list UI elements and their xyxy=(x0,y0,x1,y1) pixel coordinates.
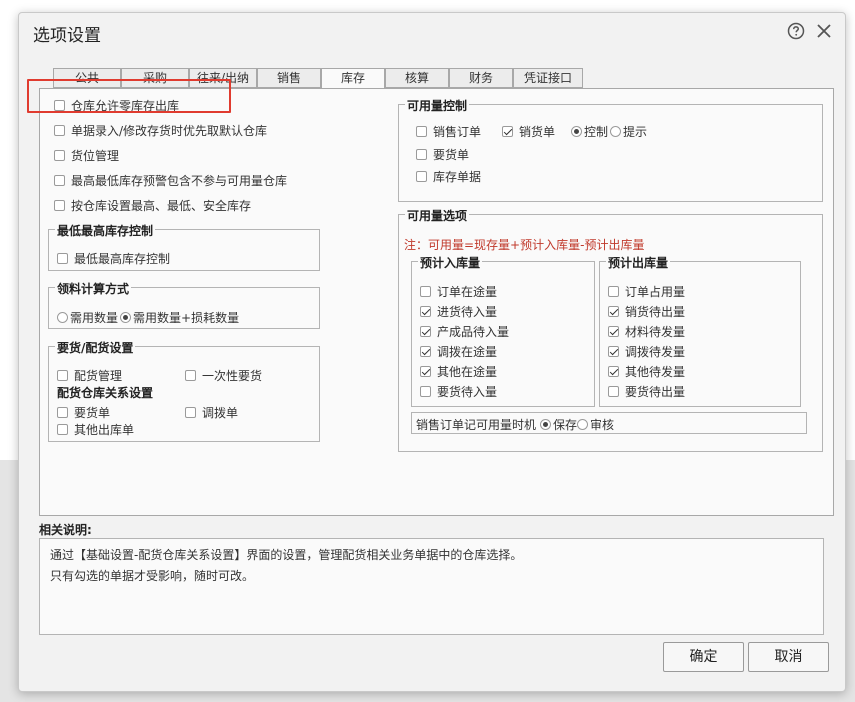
checkbox[interactable] xyxy=(57,424,68,435)
checkbox[interactable] xyxy=(608,366,619,377)
option-material-pending[interactable]: 材料待发量 xyxy=(608,323,685,340)
distribution-group: 要货/配货设置 配货管理 一次性要货 配货仓库关系设置 要货单 调拨单 其他出库… xyxy=(48,339,320,442)
checkbox[interactable] xyxy=(416,126,427,137)
option-allow-zero-stock[interactable]: 仓库允许零库存出库 xyxy=(54,97,179,114)
checkbox[interactable] xyxy=(57,407,68,418)
checkbox[interactable] xyxy=(185,407,196,418)
checkbox[interactable] xyxy=(416,171,427,182)
group-title: 可用量选项 xyxy=(405,207,470,224)
ok-button[interactable]: 确定 xyxy=(663,642,744,672)
material-calc-radios: 需用数量 需用数量+损耗数量 xyxy=(57,309,239,326)
checkbox[interactable] xyxy=(185,370,196,381)
option-other-pending[interactable]: 其他待发量 xyxy=(608,363,685,380)
description-title: 相关说明: xyxy=(39,523,92,537)
option-request-order-control[interactable]: 要货单 xyxy=(416,146,469,163)
outgoing-group: 预计出库量 订单占用量 销货待出量 材料待发量 调拨待发量 其他待发量 要货待出… xyxy=(599,254,801,407)
checkbox[interactable] xyxy=(420,286,431,297)
option-purchase-pending[interactable]: 进货待入量 xyxy=(420,303,497,320)
checkbox[interactable] xyxy=(54,125,65,136)
checkbox[interactable] xyxy=(608,386,619,397)
cancel-button[interactable]: 取消 xyxy=(748,642,829,672)
group-title: 可用量控制 xyxy=(405,97,470,114)
checkbox[interactable] xyxy=(54,100,65,111)
checkbox[interactable] xyxy=(502,126,513,137)
option-delivery-note[interactable]: 销货单 xyxy=(502,123,555,140)
timing-box: 销售订单记可用量时机 保存 审核 xyxy=(411,412,807,434)
distribution-subtitle: 配货仓库关系设置 xyxy=(57,386,154,400)
option-transfer-order[interactable]: 调拨单 xyxy=(185,404,238,421)
checkbox[interactable] xyxy=(608,286,619,297)
radio-save[interactable] xyxy=(540,419,552,430)
checkbox[interactable] xyxy=(57,370,68,381)
group-title: 最低最高库存控制 xyxy=(55,222,156,239)
checkbox[interactable] xyxy=(54,175,65,186)
stock-limit-group: 最低最高库存控制 最低最高库存控制 xyxy=(48,222,320,271)
option-stock-doc[interactable]: 库存单据 xyxy=(416,168,481,185)
inventory-panel: 仓库允许零库存出库 单据录入/修改存货时优先取默认仓库 货位管理 最高最低库存预… xyxy=(39,88,834,516)
tab-inventory[interactable]: 库存 xyxy=(321,68,385,89)
group-title: 领料计算方式 xyxy=(55,280,132,297)
radio-approve[interactable] xyxy=(577,419,589,430)
option-request-order[interactable]: 要货单 xyxy=(57,404,110,421)
option-stock-limit-control[interactable]: 最低最高库存控制 xyxy=(57,250,170,267)
tab-accounting[interactable]: 核算 xyxy=(385,68,449,88)
description-box: 通过【基础设置-配货仓库关系设置】界面的设置，管理配货相关业务单据中的仓库选择。… xyxy=(39,538,824,635)
control-mode-radios: 控制 提示 xyxy=(571,123,647,140)
checkbox[interactable] xyxy=(54,200,65,211)
available-options-group: 可用量选项 注：可用量=现存量+预计入库量-预计出库量 预计入库量 订单在途量 … xyxy=(398,207,823,452)
checkbox[interactable] xyxy=(420,366,431,377)
radio-hint[interactable] xyxy=(610,126,622,137)
available-control-group: 可用量控制 销售订单 销货单 控制 提示 要货单 库存单据 xyxy=(398,97,823,202)
option-sales-order[interactable]: 销售订单 xyxy=(416,123,481,140)
options-dialog: 选项设置 公共 采购 往来/出纳 销售 库存 核算 财务 凭证接口 仓库允许零库… xyxy=(18,12,846,692)
radio-required-qty[interactable] xyxy=(57,312,68,323)
checkbox[interactable] xyxy=(608,306,619,317)
option-one-time-request[interactable]: 一次性要货 xyxy=(185,367,262,384)
incoming-group: 预计入库量 订单在途量 进货待入量 产成品待入量 调拨在途量 其他在途量 要货待… xyxy=(411,254,595,407)
description-line: 通过【基础设置-配货仓库关系设置】界面的设置，管理配货相关业务单据中的仓库选择。 xyxy=(50,548,523,562)
tab-cashier[interactable]: 往来/出纳 xyxy=(189,68,257,88)
option-request-pending-in[interactable]: 要货待入量 xyxy=(420,383,497,400)
checkbox[interactable] xyxy=(57,253,68,264)
option-transfer-transit[interactable]: 调拨在途量 xyxy=(420,343,497,360)
help-circle-icon[interactable] xyxy=(787,22,805,40)
checkbox[interactable] xyxy=(420,386,431,397)
option-request-pending-out[interactable]: 要货待出量 xyxy=(608,383,685,400)
checkbox[interactable] xyxy=(420,326,431,337)
available-formula-note: 注：可用量=现存量+预计入库量-预计出库量 xyxy=(404,238,645,252)
option-other-transit[interactable]: 其他在途量 xyxy=(420,363,497,380)
material-calc-group: 领料计算方式 需用数量 需用数量+损耗数量 xyxy=(48,280,320,329)
checkbox[interactable] xyxy=(416,149,427,160)
tab-sales[interactable]: 销售 xyxy=(257,68,321,88)
close-icon[interactable] xyxy=(815,22,833,40)
checkbox[interactable] xyxy=(420,306,431,317)
dialog-title: 选项设置 xyxy=(33,26,101,46)
radio-control[interactable] xyxy=(571,126,582,137)
option-order-transit[interactable]: 订单在途量 xyxy=(420,283,497,300)
option-product-pending[interactable]: 产成品待入量 xyxy=(420,323,509,340)
description-line: 只有勾选的单据才受影响，随时可改。 xyxy=(50,569,255,583)
checkbox[interactable] xyxy=(420,346,431,357)
checkbox[interactable] xyxy=(54,150,65,161)
checkbox[interactable] xyxy=(608,326,619,337)
option-location-mgmt[interactable]: 货位管理 xyxy=(54,147,119,164)
group-title: 预计出库量 xyxy=(606,254,671,271)
radio-required-plus-loss[interactable] xyxy=(120,312,132,323)
group-title: 预计入库量 xyxy=(418,254,483,271)
option-stock-warning[interactable]: 最高最低库存预警包含不参与可用量仓库 xyxy=(54,172,287,189)
tab-finance[interactable]: 财务 xyxy=(449,68,513,88)
option-transfer-pending[interactable]: 调拨待发量 xyxy=(608,343,685,360)
option-order-occupied[interactable]: 订单占用量 xyxy=(608,283,685,300)
option-distribution-mgmt[interactable]: 配货管理 xyxy=(57,367,122,384)
option-warehouse-limits[interactable]: 按仓库设置最高、最低、安全库存 xyxy=(54,197,251,214)
tab-voucher-interface[interactable]: 凭证接口 xyxy=(513,68,583,88)
option-other-outbound[interactable]: 其他出库单 xyxy=(57,421,134,438)
checkbox[interactable] xyxy=(608,346,619,357)
timing-row: 销售订单记可用量时机 保存 审核 xyxy=(416,418,615,432)
option-sales-pending-out[interactable]: 销货待出量 xyxy=(608,303,685,320)
option-default-warehouse[interactable]: 单据录入/修改存货时优先取默认仓库 xyxy=(54,122,267,139)
tab-general[interactable]: 公共 xyxy=(53,68,121,88)
tab-purchase[interactable]: 采购 xyxy=(121,68,189,88)
group-title: 要货/配货设置 xyxy=(55,339,136,356)
